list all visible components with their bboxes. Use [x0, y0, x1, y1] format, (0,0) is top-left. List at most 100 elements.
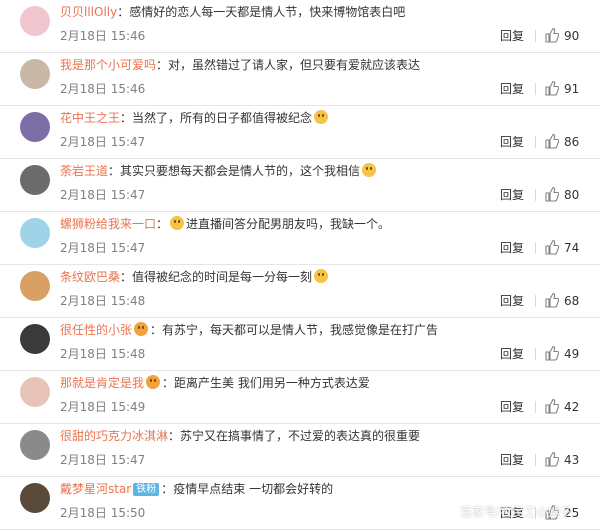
divider [535, 242, 536, 254]
avatar[interactable] [20, 430, 50, 460]
reply-button[interactable]: 回复 [500, 453, 524, 467]
avatar[interactable] [20, 218, 50, 248]
comment-text: ：对，虽然错过了请人家，但只要有爱就应该表达 [156, 58, 421, 72]
thumbs-up-icon[interactable] [545, 133, 559, 149]
comment-content: 很任性的小张 ：有苏宁，每天都可以是情人节，我感觉像是在打广告 [60, 322, 590, 338]
comment-content: 花中王之王：当然了，所有的日子都值得被纪念 [60, 110, 590, 126]
name-separator: ： [156, 217, 169, 231]
comment-item: 很甜的巧克力冰淇淋：苏宁又在搞事情了，不过爱的表达真的很重要 2月18日 15:4… [0, 424, 600, 477]
comment-text: 进直播间答分配男朋友吗，我缺一个。 [186, 217, 391, 231]
comment-time: 2月18日 15:50 [60, 506, 146, 520]
comment-list: 贝贝lllOlly：感情好的恋人每一天都是情人节，快来博物馆表白吧 2月18日 1… [0, 0, 600, 530]
thumbs-up-icon[interactable] [545, 345, 559, 361]
avatar[interactable] [20, 271, 50, 301]
comment-content: 那就是肯定是我 ：距离产生美 我们用另一种方式表达爱 [60, 375, 590, 391]
avatar[interactable] [20, 165, 50, 195]
comment-time: 2月18日 15:48 [60, 347, 146, 361]
emoji-icon [134, 322, 149, 336]
comment-content: 荼岩王道：其实只要想每天都会是情人节的，这个我相信 [60, 163, 590, 179]
smile-emoji-icon [314, 110, 329, 124]
username-link[interactable]: 花中王之王 [60, 111, 120, 125]
comment-content: 我是那个小可爱吗：对，虽然错过了请人家，但只要有爱就应该表达 [60, 57, 590, 73]
thumbs-up-icon[interactable] [545, 186, 559, 202]
thumbs-up-icon[interactable] [545, 27, 559, 43]
reply-button[interactable]: 回复 [500, 135, 524, 149]
username-link[interactable]: 那就是肯定是我 [60, 376, 144, 390]
divider [535, 454, 536, 466]
thumbs-up-icon[interactable] [545, 451, 559, 467]
username-link[interactable]: 螺狮粉给我来一口 [60, 217, 156, 231]
reply-button[interactable]: 回复 [500, 347, 524, 361]
comment-item: 我是那个小可爱吗：对，虽然错过了请人家，但只要有爱就应该表达 2月18日 15:4… [0, 53, 600, 106]
comment-item: 条纹欧巴桑：值得被纪念的时间是每一分每一刻 2月18日 15:48 回复 68 [0, 265, 600, 318]
avatar[interactable] [20, 324, 50, 354]
like-count: 74 [564, 241, 580, 255]
like-count: 80 [564, 188, 580, 202]
comment-text: ：值得被纪念的时间是每一分每一刻 [120, 270, 313, 284]
comment-time: 2月18日 15:49 [60, 400, 146, 414]
thumbs-up-icon[interactable] [545, 292, 559, 308]
comment-text: ：距离产生美 我们用另一种方式表达爱 [162, 376, 370, 390]
comment-time: 2月18日 15:48 [60, 294, 146, 308]
divider [535, 30, 536, 42]
comment-content: 条纹欧巴桑：值得被纪念的时间是每一分每一刻 [60, 269, 590, 285]
like-count: 90 [564, 29, 580, 43]
watermark: 百家号/农民工小嫂子 [460, 505, 573, 519]
divider [535, 189, 536, 201]
comment-time: 2月18日 15:46 [60, 82, 146, 96]
comment-content: 很甜的巧克力冰淇淋：苏宁又在搞事情了，不过爱的表达真的很重要 [60, 428, 590, 444]
username-link[interactable]: 戴梦星河star [60, 482, 131, 496]
divider [535, 83, 536, 95]
comment-item: 花中王之王：当然了，所有的日子都值得被纪念 2月18日 15:47 回复 86 [0, 106, 600, 159]
comment-content: 螺狮粉给我来一口： 进直播间答分配男朋友吗，我缺一个。 [60, 216, 590, 232]
comment-item: 螺狮粉给我来一口： 进直播间答分配男朋友吗，我缺一个。 2月18日 15:47 回复 7… [0, 212, 600, 265]
username-link[interactable]: 荼岩王道 [60, 164, 108, 178]
comment-text: ：有苏宁，每天都可以是情人节，我感觉像是在打广告 [150, 323, 439, 337]
comment-time: 2月18日 15:47 [60, 453, 146, 467]
reply-button[interactable]: 回复 [500, 82, 524, 96]
like-count: 68 [564, 294, 580, 308]
reply-button[interactable]: 回复 [500, 294, 524, 308]
divider [535, 295, 536, 307]
like-count: 43 [564, 453, 580, 467]
comment-text: ：感情好的恋人每一天都是情人节，快来博物馆表白吧 [117, 5, 406, 19]
thumbs-up-icon[interactable] [545, 80, 559, 96]
comment-item: 荼岩王道：其实只要想每天都会是情人节的，这个我相信 2月18日 15:47 回复 80 [0, 159, 600, 212]
reply-button[interactable]: 回复 [500, 29, 524, 43]
like-count: 49 [564, 347, 580, 361]
comment-time: 2月18日 15:47 [60, 241, 146, 255]
emoji-icon [146, 375, 161, 389]
divider [535, 348, 536, 360]
grin-emoji-icon [362, 163, 377, 177]
thumbs-up-icon[interactable] [545, 398, 559, 414]
divider [535, 401, 536, 413]
avatar[interactable] [20, 377, 50, 407]
username-link[interactable]: 条纹欧巴桑 [60, 270, 120, 284]
fan-badge: 铁粉 [133, 483, 160, 496]
comment-item: 贝贝lllOlly：感情好的恋人每一天都是情人节，快来博物馆表白吧 2月18日 1… [0, 0, 600, 53]
avatar[interactable] [20, 6, 50, 36]
like-count: 86 [564, 135, 580, 149]
avatar[interactable] [20, 483, 50, 513]
thumbs-up-icon[interactable] [545, 239, 559, 255]
comment-time: 2月18日 15:47 [60, 188, 146, 202]
comment-time: 2月18日 15:46 [60, 29, 146, 43]
emoji-icon [170, 216, 185, 230]
avatar[interactable] [20, 59, 50, 89]
comment-item: 那就是肯定是我 ：距离产生美 我们用另一种方式表达爱 2月18日 15:49 回复 42 [0, 371, 600, 424]
username-link[interactable]: 很任性的小张 [60, 323, 132, 337]
username-link[interactable]: 贝贝lllOlly [60, 5, 117, 19]
avatar[interactable] [20, 112, 50, 142]
username-link[interactable]: 很甜的巧克力冰淇淋 [60, 429, 168, 443]
reply-button[interactable]: 回复 [500, 400, 524, 414]
reply-button[interactable]: 回复 [500, 241, 524, 255]
comment-text: ：苏宁又在搞事情了，不过爱的表达真的很重要 [168, 429, 421, 443]
comment-content: 戴梦星河star 铁粉 ：疫情早点结束 一切都会好转的 [60, 481, 590, 497]
comment-text: ：当然了，所有的日子都值得被纪念 [120, 111, 313, 125]
divider [535, 136, 536, 148]
comment-time: 2月18日 15:47 [60, 135, 146, 149]
username-link[interactable]: 我是那个小可爱吗 [60, 58, 156, 72]
like-count: 42 [564, 400, 580, 414]
reply-button[interactable]: 回复 [500, 188, 524, 202]
wow-emoji-icon [314, 269, 329, 283]
